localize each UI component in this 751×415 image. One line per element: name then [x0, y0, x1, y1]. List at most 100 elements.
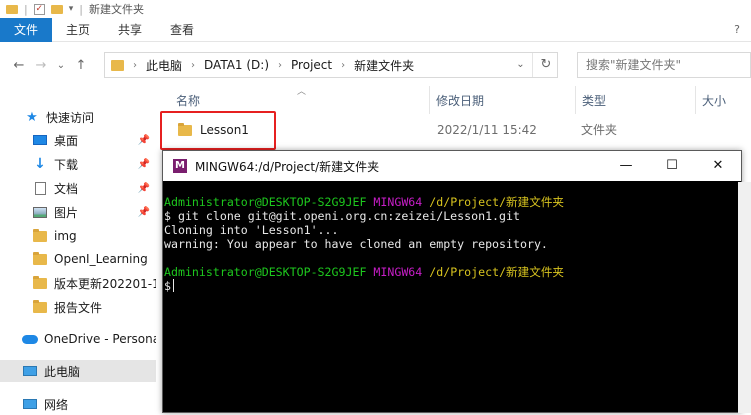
- prompt-path: /d/Project/新建文件夹: [429, 265, 565, 279]
- address-dropdown-icon[interactable]: ⌄: [509, 53, 533, 77]
- sidebar-item-onedrive[interactable]: OneDrive - Persona: [0, 328, 156, 350]
- download-icon: ↓: [34, 156, 46, 172]
- folder-icon: [6, 4, 18, 14]
- output-line: Cloning into 'Lesson1'...: [164, 223, 339, 237]
- sort-ascending-icon: ︿: [297, 87, 307, 97]
- pin-icon[interactable]: 📌: [138, 135, 150, 146]
- prompt-line: Administrator@DESKTOP-S2G9JEF MINGW64 /d…: [164, 265, 564, 279]
- prompt-user: Administrator@DESKTOP-S2G9JEF: [164, 195, 367, 209]
- sidebar-item-label: 桌面: [54, 133, 79, 148]
- breadcrumb-project[interactable]: Project: [291, 58, 332, 72]
- folder-icon: [32, 228, 48, 243]
- star-icon: ★: [26, 109, 38, 125]
- up-arrow-icon[interactable]: ↑: [70, 58, 92, 73]
- column-headers: 名称 修改日期 类型 大小: [158, 86, 751, 114]
- sidebar-item-label: 此电脑: [44, 364, 81, 379]
- help-icon[interactable]: ?: [723, 18, 751, 41]
- search-input[interactable]: 搜索"新建文件夹": [577, 52, 751, 78]
- sidebar-item-label: 版本更新202201-1: [54, 276, 156, 291]
- input-line[interactable]: $: [164, 279, 174, 293]
- column-header-size[interactable]: 大小: [696, 86, 751, 114]
- picture-icon: [32, 205, 48, 219]
- network-icon: [22, 397, 38, 411]
- sidebar-item-desktop[interactable]: 桌面 📌: [0, 129, 156, 151]
- sidebar-item-label: 快速访问: [46, 110, 95, 125]
- command-line: $ git clone git@git.openi.org.cn:zeizei/…: [164, 209, 520, 223]
- tab-view[interactable]: 查看: [156, 18, 208, 42]
- chevron-right-icon[interactable]: ›: [273, 60, 287, 71]
- prompt-env: MINGW64: [373, 265, 423, 279]
- sidebar-item-label: img: [54, 229, 77, 243]
- desktop-icon: [32, 133, 48, 147]
- prompt-line: Administrator@DESKTOP-S2G9JEF MINGW64 /d…: [164, 195, 564, 209]
- sidebar-item-label: 文档: [54, 181, 79, 196]
- sidebar-item-label: OpenI_Learning: [54, 252, 148, 266]
- quick-access-dropdown-icon[interactable]: ▾: [69, 4, 74, 14]
- column-header-type[interactable]: 类型: [576, 86, 696, 114]
- sidebar-item-version-update[interactable]: 版本更新202201-1: [0, 272, 156, 294]
- terminal-titlebar[interactable]: M MINGW64:/d/Project/新建文件夹 — ☐ ✕: [163, 151, 741, 181]
- sidebar-item-this-pc[interactable]: 此电脑: [0, 360, 156, 382]
- forward-arrow-icon[interactable]: →: [30, 58, 52, 73]
- terminal-window[interactable]: M MINGW64:/d/Project/新建文件夹 — ☐ ✕ Adminis…: [162, 150, 742, 413]
- chevron-right-icon[interactable]: ›: [336, 60, 350, 71]
- recent-locations-icon[interactable]: ⌄: [52, 60, 70, 71]
- prompt-env: MINGW64: [373, 195, 423, 209]
- pin-icon[interactable]: 📌: [138, 159, 150, 170]
- minimize-button[interactable]: —: [603, 151, 649, 181]
- prompt-path: /d/Project/新建文件夹: [429, 195, 565, 209]
- folder-icon: [32, 275, 48, 290]
- sidebar-item-pictures[interactable]: 图片 📌: [0, 201, 156, 223]
- tab-file[interactable]: 文件: [0, 18, 53, 42]
- folder-icon: [111, 59, 124, 71]
- refresh-icon[interactable]: ↻: [534, 52, 558, 78]
- sidebar-item-network[interactable]: 网络: [0, 393, 156, 415]
- chevron-right-icon[interactable]: ›: [128, 60, 142, 71]
- new-folder-icon[interactable]: [50, 4, 63, 14]
- sidebar-item-documents[interactable]: 文档 📌: [0, 177, 156, 199]
- onedrive-icon: [22, 332, 38, 346]
- sidebar-item-openi-learning[interactable]: OpenI_Learning: [0, 248, 156, 270]
- sidebar-item-label: OneDrive - Persona: [44, 332, 156, 346]
- pin-icon[interactable]: 📌: [138, 183, 150, 194]
- address-bar[interactable]: › 此电脑 › DATA1 (D:) › Project › 新建文件夹 ⌄: [104, 52, 558, 78]
- terminal-title: MINGW64:/d/Project/新建文件夹: [195, 159, 380, 174]
- breadcrumb-this-pc[interactable]: 此电脑: [146, 57, 182, 74]
- navigation-pane: ★ 快速访问 桌面 📌 ↓ 下载 📌 文档 📌 图片 📌 img OpenI_L…: [0, 96, 158, 413]
- output-line: warning: You appear to have cloned an em…: [164, 237, 548, 251]
- column-header-date[interactable]: 修改日期: [430, 86, 576, 114]
- text-cursor: [172, 279, 174, 292]
- sidebar-item-downloads[interactable]: ↓ 下载 📌: [0, 153, 156, 175]
- this-pc-icon: [22, 364, 38, 378]
- window-titlebar: | ✓ ▾ | 新建文件夹: [0, 0, 751, 18]
- sidebar-item-label: 下载: [54, 157, 79, 172]
- document-icon: [32, 181, 48, 195]
- window-title: 新建文件夹: [88, 3, 144, 16]
- sidebar-item-label: 报告文件: [54, 300, 103, 315]
- sidebar-item-img[interactable]: img: [0, 225, 156, 247]
- pin-icon[interactable]: 📌: [138, 207, 150, 218]
- tab-share[interactable]: 共享: [104, 18, 156, 42]
- tab-home[interactable]: 主页: [52, 18, 104, 42]
- sidebar-item-label: 图片: [54, 205, 79, 220]
- close-button[interactable]: ✕: [695, 151, 741, 181]
- file-date: 2022/1/11 15:42: [437, 123, 537, 137]
- chevron-right-icon[interactable]: ›: [186, 60, 200, 71]
- file-type: 文件夹: [581, 123, 618, 137]
- mingw-icon: M: [173, 159, 187, 173]
- breadcrumb-new-folder[interactable]: 新建文件夹: [354, 57, 414, 74]
- ribbon-tabs: 文件 主页 共享 查看 ?: [0, 18, 751, 42]
- folder-icon: [32, 299, 48, 314]
- sidebar-item-reports[interactable]: 报告文件: [0, 296, 156, 318]
- properties-icon[interactable]: ✓: [33, 3, 45, 15]
- annotation-highlight-box: [160, 111, 276, 150]
- terminal-output[interactable]: Administrator@DESKTOP-S2G9JEF MINGW64 /d…: [163, 181, 741, 412]
- sidebar-item-label: 网络: [44, 397, 69, 412]
- vertical-scrollbar[interactable]: [738, 182, 751, 413]
- maximize-button[interactable]: ☐: [649, 151, 695, 181]
- breadcrumb-data1[interactable]: DATA1 (D:): [204, 58, 269, 72]
- folder-icon: [32, 251, 48, 266]
- sidebar-item-quick-access[interactable]: ★ 快速访问: [0, 106, 156, 128]
- back-arrow-icon[interactable]: ←: [8, 58, 30, 73]
- prompt-user: Administrator@DESKTOP-S2G9JEF: [164, 265, 367, 279]
